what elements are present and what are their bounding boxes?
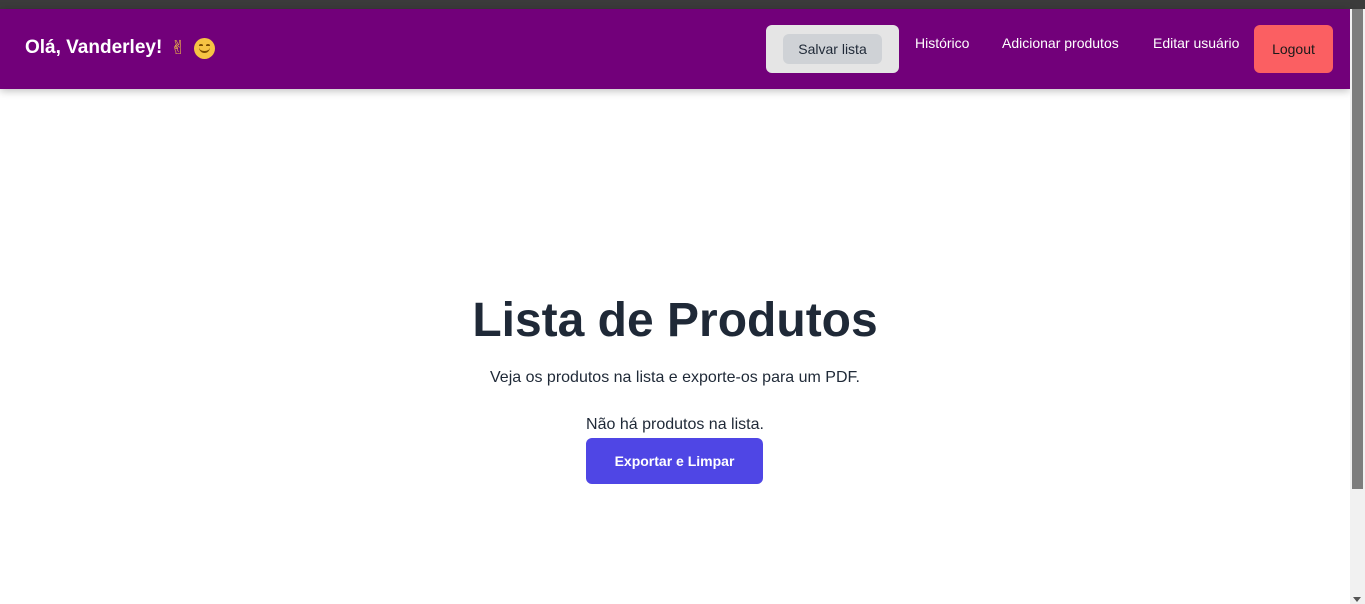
page-title: Lista de Produtos — [472, 294, 878, 347]
main-content: Lista de Produtos Veja os produtos na li… — [0, 89, 1350, 604]
navbar: Olá, Vanderley! ✌ Salvar lista Histórico… — [0, 9, 1350, 89]
greeting: Olá, Vanderley! ✌ — [25, 37, 216, 59]
save-list-button[interactable]: Salvar lista — [783, 34, 882, 64]
page-scrollbar[interactable] — [1350, 9, 1365, 604]
smiley-face-icon — [194, 37, 216, 59]
peace-hand-icon: ✌ — [170, 37, 187, 59]
logout-button[interactable]: Logout — [1254, 25, 1333, 73]
browser-top-strip — [0, 0, 1365, 9]
nav-link-add-products[interactable]: Adicionar produtos — [1002, 35, 1119, 51]
page-subtitle: Veja os produtos na lista e exporte-os p… — [490, 369, 860, 386]
greeting-text: Olá, Vanderley! — [25, 37, 163, 58]
empty-list-message: Não há produtos na lista. — [586, 416, 764, 433]
scrollbar-thumb[interactable] — [1352, 9, 1363, 489]
nav-link-history[interactable]: Histórico — [915, 35, 969, 51]
export-and-clear-button[interactable]: Exportar e Limpar — [586, 438, 763, 484]
scroll-down-arrow-icon[interactable] — [1353, 597, 1361, 602]
nav-link-edit-user[interactable]: Editar usuário — [1153, 35, 1239, 51]
save-list-container: Salvar lista — [766, 25, 899, 73]
